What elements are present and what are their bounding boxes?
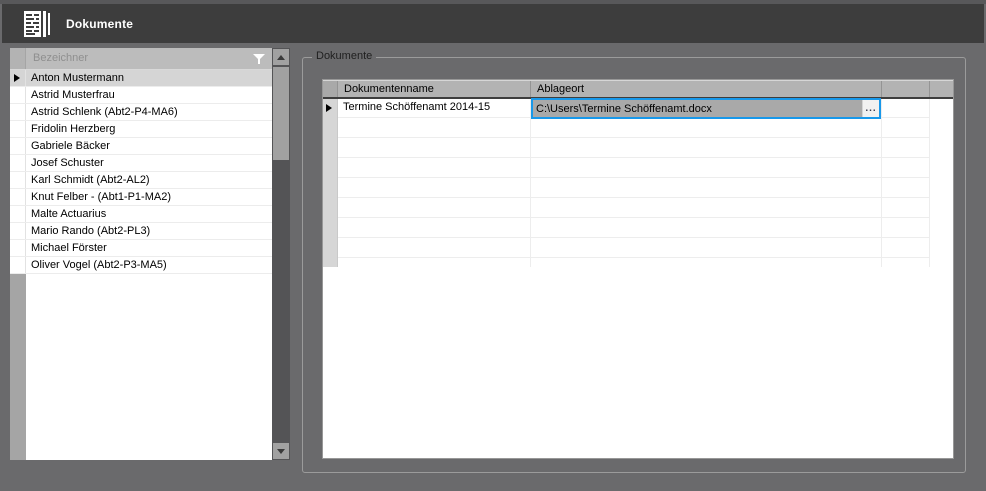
list-header-row: Bezeichner [10,48,272,70]
titlebar: Dokumente [2,4,984,43]
cell-ablageort-editor[interactable]: C:\Users\Termine Schöffenamt.docx ... [531,98,881,119]
list-item[interactable]: Astrid Musterfrau [10,87,272,104]
row-marker [10,104,26,120]
bezeichner-list: Bezeichner Anton Mustermann Astrid Muste… [10,48,290,460]
row-marker [10,87,26,103]
column-header-label: Bezeichner [33,52,88,64]
cell-filler [930,99,953,118]
list-item-label: Astrid Musterfrau [26,87,272,103]
list-item-label: Astrid Schlenk (Abt2-P4-MA6) [26,104,272,120]
grid-empty-row [323,198,953,218]
grid-empty-row [323,238,953,258]
column-header-bezeichner[interactable]: Bezeichner [26,48,272,69]
list-item-label: Malte Actuarius [26,206,272,222]
list-item[interactable]: Karl Schmidt (Abt2-AL2) [10,172,272,189]
list-item-label: Oliver Vogel (Abt2-P3-MA5) [26,257,272,273]
row-marker [10,121,26,137]
list-item-label: Michael Förster [26,240,272,256]
row-marker [10,257,26,273]
dokumente-groupbox: Dokumente Dokumentenname Ablageort Termi… [302,57,966,473]
list-item-label: Knut Felber - (Abt1-P1-MA2) [26,189,272,205]
list-item-label: Karl Schmidt (Abt2-AL2) [26,172,272,188]
grid-empty-row [323,218,953,238]
grid-empty-row [323,258,953,267]
row-marker [10,223,26,239]
row-marker [10,155,26,171]
list-item[interactable]: Mario Rando (Abt2-PL3) [10,223,272,240]
cell-extra [882,99,930,118]
grid-header-row: Dokumentenname Ablageort [323,80,953,99]
filter-icon[interactable] [253,54,265,64]
bezeichner-list-rows: Anton Mustermann Astrid Musterfrau Astri… [10,70,272,274]
documents-grid: Dokumentenname Ablageort Termine Schöffe… [322,79,954,459]
grid-empty-row [323,118,953,138]
grid-marker-header [323,81,338,97]
list-item[interactable]: Malte Actuarius [10,206,272,223]
browse-button[interactable]: ... [862,100,879,117]
arrow-up-icon [277,55,285,60]
list-item[interactable]: Gabriele Bäcker [10,138,272,155]
list-item[interactable]: Astrid Schlenk (Abt2-P4-MA6) [10,104,272,121]
document-list-icon [22,8,52,40]
scroll-up-button[interactable] [273,49,289,65]
cell-dokumentenname[interactable]: Termine Schöffenamt 2014-15 [338,99,531,118]
grid-empty-row [323,138,953,158]
current-row-marker [323,99,338,118]
application-window: { "titlebar": { "title": "Dokumente", "a… [0,0,986,491]
row-marker-header [10,48,26,69]
column-header-dokumentenname[interactable]: Dokumentenname [338,81,531,97]
row-arrow-icon [326,104,332,112]
list-item-label: Fridolin Herzberg [26,121,272,137]
arrow-down-icon [277,449,285,454]
grid-row[interactable]: Termine Schöffenamt 2014-15 C:\Users\Ter… [323,99,953,118]
row-marker [10,189,26,205]
grid-empty-row [323,178,953,198]
list-item[interactable]: Michael Förster [10,240,272,257]
list-item-label: Josef Schuster [26,155,272,171]
list-item-label: Mario Rando (Abt2-PL3) [26,223,272,239]
list-item-label: Gabriele Bäcker [26,138,272,154]
row-marker [10,70,26,86]
list-item-label: Anton Mustermann [26,70,272,86]
list-item[interactable]: Josef Schuster [10,155,272,172]
list-item[interactable]: Oliver Vogel (Abt2-P3-MA5) [10,257,272,274]
list-item[interactable]: Knut Felber - (Abt1-P1-MA2) [10,189,272,206]
grid-empty-row [323,158,953,178]
list-scrollbar[interactable] [272,48,290,460]
grid-empty-rows [323,118,953,267]
list-item[interactable]: Anton Mustermann [10,70,272,87]
row-marker [10,240,26,256]
cell-ablageort[interactable]: C:\Users\Termine Schöffenamt.docx ... [531,99,882,118]
grid-header-extra [882,81,930,97]
scroll-thumb[interactable] [273,67,289,160]
row-marker [10,206,26,222]
list-marker-filler [10,274,26,460]
column-header-ablageort[interactable]: Ablageort [531,81,882,97]
page-title: Dokumente [66,17,133,31]
row-arrow-icon [14,74,20,82]
ablageort-value: C:\Users\Termine Schöffenamt.docx [536,103,712,115]
scroll-down-button[interactable] [273,443,289,459]
grid-header-filler [930,81,953,97]
row-marker [10,172,26,188]
list-item[interactable]: Fridolin Herzberg [10,121,272,138]
row-marker [10,138,26,154]
groupbox-label: Dokumente [312,50,376,62]
